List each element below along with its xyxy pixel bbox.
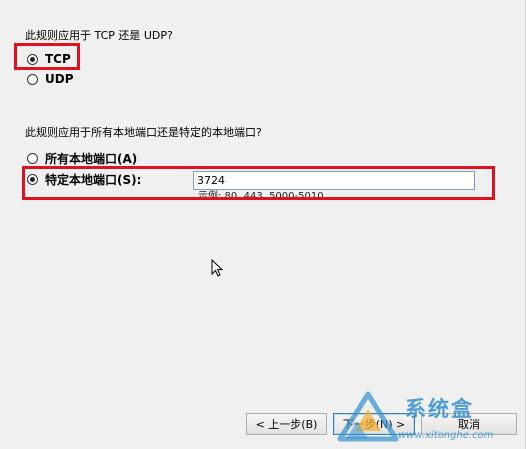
tcp-highlight-box <box>14 43 80 70</box>
watermark-url: www.xitonghe.com <box>398 430 494 441</box>
watermark-logo-icon <box>337 391 399 442</box>
protocol-question: 此规则应用于 TCP 还是 UDP? <box>25 29 173 42</box>
mouse-pointer-icon <box>211 259 223 277</box>
ports-question: 此规则应用于所有本地端口还是特定的本地端口? <box>25 126 262 139</box>
radio-udp-indicator[interactable] <box>27 73 38 85</box>
radio-all-ports[interactable]: 所有本地端口(A) <box>27 150 137 167</box>
dialog-page: 此规则应用于 TCP 还是 UDP? TCP UDP 此规则应用于所有本地端口还… <box>0 0 526 449</box>
watermark-title: 系统盒 <box>405 397 474 421</box>
radio-all-ports-indicator[interactable] <box>27 153 38 164</box>
radio-udp-label: UDP <box>45 72 74 86</box>
port-highlight-box <box>22 166 495 200</box>
radio-all-ports-label: 所有本地端口(A) <box>45 152 138 166</box>
radio-udp[interactable]: UDP <box>27 72 74 86</box>
back-button[interactable]: < 上一步(B) <box>246 413 327 435</box>
